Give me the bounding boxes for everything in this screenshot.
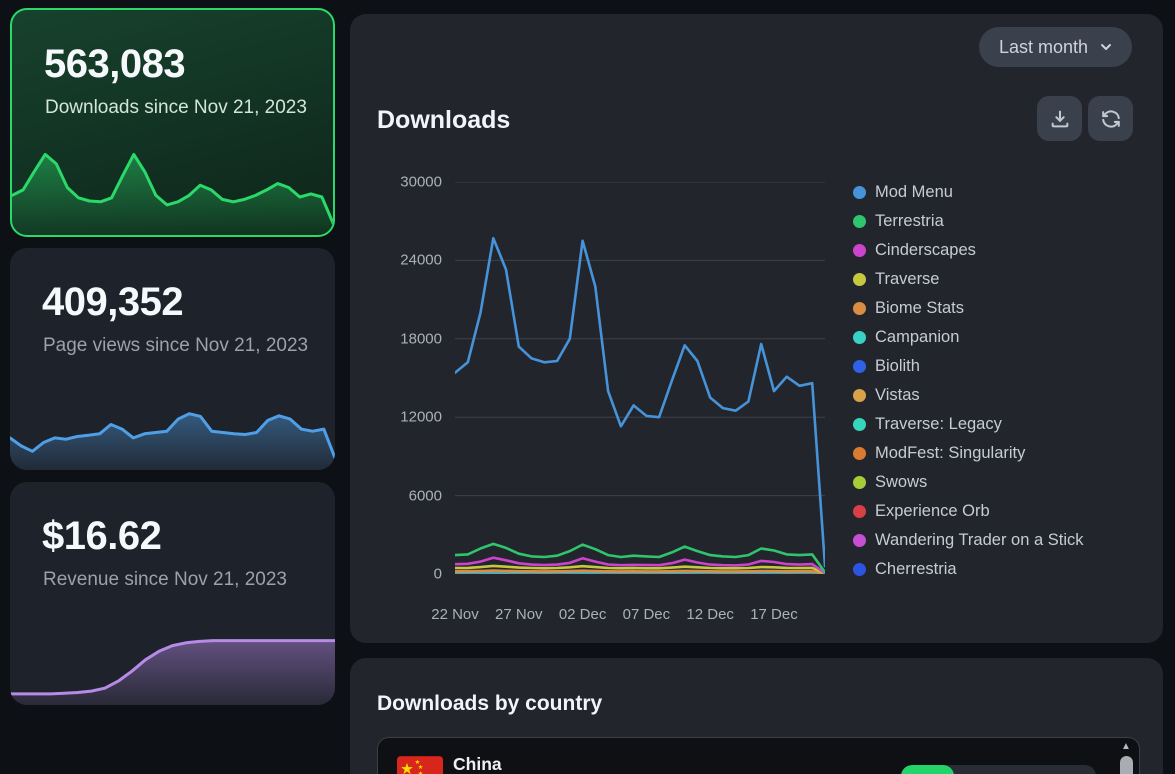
y-axis-label: 18000 [400,330,442,347]
x-axis-label: 02 Dec [559,606,607,623]
revenue-sparkline [10,625,335,705]
legend-color-dot [853,505,866,518]
country-list-scrollbar[interactable]: ▲ [1119,741,1133,774]
country-panel-title: Downloads by country [377,692,602,716]
legend-label: Biolith [875,357,920,376]
y-axis-label: 12000 [400,409,442,426]
legend-label: Biome Stats [875,299,964,318]
downloads-chart-plot[interactable] [455,182,825,574]
y-axis: 0600012000180002400030000 [350,182,442,574]
downloads-by-country-panel: Downloads by country ★ ★ ★ ★ ★ China ▲ [350,658,1163,774]
china-flag-icon: ★ ★ ★ ★ ★ [397,756,443,774]
legend-color-dot [853,186,866,199]
downloads-total: 563,083 [44,42,185,87]
legend-color-dot [853,302,866,315]
refresh-icon [1100,108,1122,130]
legend-label: Vistas [875,386,920,405]
legend-label: Traverse: Legacy [875,415,1002,434]
x-axis-label: 22 Nov [431,606,479,623]
legend-item[interactable]: Terrestria [853,207,1084,236]
refresh-button[interactable] [1088,96,1133,141]
stat-card-revenue: $16.62 Revenue since Nov 21, 2023 [10,482,335,705]
download-icon [1049,108,1071,130]
page-views-total: 409,352 [42,280,183,325]
panel-title: Downloads [377,106,510,135]
legend-color-dot [853,273,866,286]
legend-item[interactable]: Biome Stats [853,294,1084,323]
x-axis-label: 07 Dec [623,606,671,623]
x-axis-label: 12 Dec [686,606,734,623]
y-axis-label: 24000 [400,252,442,269]
legend-label: Cherrestria [875,560,957,579]
legend-item[interactable]: ModFest: Singularity [853,439,1084,468]
legend-label: Campanion [875,328,959,347]
scroll-up-icon[interactable]: ▲ [1119,741,1133,753]
legend-color-dot [853,215,866,228]
page-views-total-label: Page views since Nov 21, 2023 [43,334,313,357]
legend-color-dot [853,389,866,402]
legend-color-dot [853,447,866,460]
country-progress-bar [901,765,1096,774]
legend-color-dot [853,476,866,489]
legend-color-dot [853,563,866,576]
legend-label: ModFest: Singularity [875,444,1025,463]
legend-item[interactable]: Vistas [853,381,1084,410]
y-axis-label: 6000 [409,487,442,504]
y-axis-label: 0 [434,566,442,583]
x-axis: 22 Nov27 Nov02 Dec07 Dec12 Dec17 Dec [455,606,825,628]
legend-label: Experience Orb [875,502,990,521]
legend-item[interactable]: Cinderscapes [853,236,1084,265]
downloads-panel: Last month Downloads 0 6000 12000 18000 2400… [350,14,1163,643]
date-range-selector[interactable]: Last month [979,27,1132,67]
date-range-label: Last month [999,37,1088,58]
legend-label: Swows [875,473,927,492]
legend-label: Mod Menu [875,183,953,202]
x-axis-label: 17 Dec [750,606,798,623]
legend-label: Wandering Trader on a Stick [875,531,1084,550]
legend-item[interactable]: Experience Orb [853,497,1084,526]
export-button[interactable] [1037,96,1082,141]
svg-text:★: ★ [418,770,424,774]
legend-item[interactable]: Cherrestria [853,555,1084,584]
country-progress-fill [901,765,954,774]
svg-text:★: ★ [400,761,414,774]
legend-color-dot [853,331,866,344]
legend-color-dot [853,244,866,257]
analytics-page: 563,083 Downloads since Nov 21, 2023 409… [0,0,1175,774]
legend-item[interactable]: Swows [853,468,1084,497]
legend-label: Traverse [875,270,940,289]
legend-item[interactable]: Biolith [853,352,1084,381]
stat-card-downloads: 563,083 Downloads since Nov 21, 2023 [10,8,335,237]
chevron-down-icon [1098,39,1114,55]
chart-legend: Mod Menu Terrestria Cinderscapes Traverse Bi… [853,178,1084,584]
page-views-sparkline [10,394,335,470]
legend-item[interactable]: Wandering Trader on a Stick [853,526,1084,555]
scrollbar-thumb[interactable] [1120,756,1133,774]
legend-item[interactable]: Traverse [853,265,1084,294]
legend-item[interactable]: Campanion [853,323,1084,352]
country-name: China [453,754,502,774]
legend-item[interactable]: Traverse: Legacy [853,410,1084,439]
legend-color-dot [853,418,866,431]
revenue-total: $16.62 [42,514,161,559]
stat-card-page-views: 409,352 Page views since Nov 21, 2023 [10,248,335,470]
legend-label: Terrestria [875,212,944,231]
country-list: ★ ★ ★ ★ ★ China ▲ [377,737,1140,774]
x-axis-label: 27 Nov [495,606,543,623]
legend-color-dot [853,360,866,373]
revenue-total-label: Revenue since Nov 21, 2023 [43,568,313,591]
downloads-total-label: Downloads since Nov 21, 2023 [45,96,315,119]
legend-item[interactable]: Mod Menu [853,178,1084,207]
downloads-sparkline [12,147,333,235]
y-axis-label: 30000 [400,174,442,191]
legend-color-dot [853,534,866,547]
legend-label: Cinderscapes [875,241,976,260]
